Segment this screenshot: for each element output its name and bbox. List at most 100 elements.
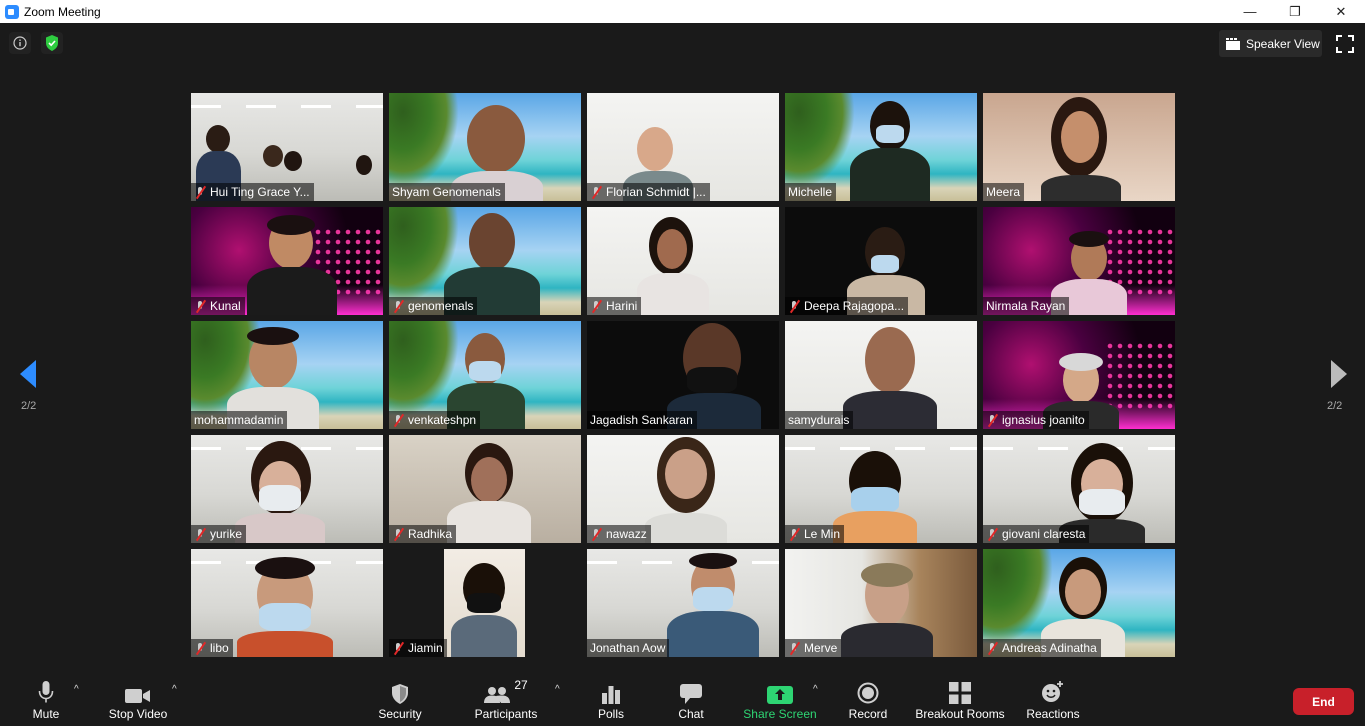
gallery-grid: Hui Ting Grace Y... Shyam Genomenals Flo… [191, 93, 1175, 657]
participants-label: Participants [474, 707, 538, 721]
muted-mic-icon [788, 642, 800, 655]
video-options-caret-icon[interactable]: ^ [172, 684, 177, 695]
end-meeting-button[interactable]: End [1293, 688, 1354, 715]
record-label: Record [848, 707, 888, 721]
reactions-button[interactable]: Reactions [1024, 666, 1082, 726]
video-tile[interactable]: mohammadamin [191, 321, 383, 429]
participants-options-caret-icon[interactable]: ^ [555, 684, 560, 695]
muted-mic-icon [392, 414, 404, 427]
participant-name-tag: Le Min [785, 525, 845, 543]
participant-name-tag: Kunal [191, 297, 245, 315]
video-tile[interactable]: nawazz [587, 435, 779, 543]
video-tile[interactable]: Kunal [191, 207, 383, 315]
participant-name-tag: Michelle [785, 183, 837, 201]
muted-mic-icon [986, 528, 998, 541]
muted-mic-icon [986, 642, 998, 655]
breakout-rooms-label: Breakout Rooms [915, 707, 1005, 721]
video-tile[interactable]: Jonathan Aow [587, 549, 779, 657]
participant-name-tag: Radhika [389, 525, 457, 543]
participant-name-tag: yurike [191, 525, 247, 543]
meeting-area: Speaker View 2/2 2/2 Hui Ting Grace Y...… [0, 23, 1365, 666]
share-screen-button[interactable]: Share Screen [740, 666, 820, 726]
video-tile[interactable]: genomenals [389, 207, 581, 315]
participant-name-tag: Meera [983, 183, 1025, 201]
participant-name-tag: Deepa Rajagopa... [785, 297, 909, 315]
previous-page-icon[interactable] [20, 360, 36, 388]
muted-mic-icon [392, 642, 404, 655]
video-tile[interactable]: giovani claresta [983, 435, 1175, 543]
video-tile[interactable]: Jagadish Sankaran [587, 321, 779, 429]
muted-mic-icon [986, 414, 998, 427]
record-button[interactable]: Record [846, 666, 890, 726]
security-shield-icon [391, 678, 409, 704]
video-tile[interactable]: ignasius joanito [983, 321, 1175, 429]
video-tile[interactable]: venkateshpn [389, 321, 581, 429]
video-tile[interactable]: Jiamin [389, 549, 581, 657]
meeting-info-icon[interactable] [9, 32, 31, 54]
video-tile[interactable]: Radhika [389, 435, 581, 543]
muted-mic-icon [194, 528, 206, 541]
participants-button[interactable]: 27 Participants [470, 666, 542, 726]
video-tile[interactable]: samydurais [785, 321, 977, 429]
title-bar: Zoom Meeting — ❐ ✕ [0, 0, 1365, 23]
share-options-caret-icon[interactable]: ^ [813, 684, 818, 695]
restore-button[interactable]: ❐ [1272, 0, 1318, 23]
muted-mic-icon [788, 300, 800, 313]
speaker-view-button[interactable]: Speaker View [1219, 30, 1322, 57]
video-tile[interactable]: Le Min [785, 435, 977, 543]
participant-name-tag: giovani claresta [983, 525, 1090, 543]
polls-bar-chart-icon [601, 678, 621, 704]
video-tile[interactable]: Shyam Genomenals [389, 93, 581, 201]
participants-count: 27 [514, 678, 528, 692]
page-indicator-left: 2/2 [21, 400, 37, 412]
video-tile[interactable]: Meera [983, 93, 1175, 201]
muted-mic-icon [194, 300, 206, 313]
breakout-rooms-grid-icon [949, 678, 971, 704]
participant-name-tag: Harini [587, 297, 642, 315]
speaker-view-icon [1226, 37, 1240, 50]
window-title: Zoom Meeting [24, 4, 101, 19]
video-tile[interactable]: Michelle [785, 93, 977, 201]
participant-name-tag: mohammadamin [191, 411, 288, 429]
muted-mic-icon [392, 528, 404, 541]
breakout-rooms-button[interactable]: Breakout Rooms [914, 666, 1006, 726]
video-tile[interactable]: Florian Schmidt |... [587, 93, 779, 201]
minimize-button[interactable]: — [1227, 0, 1273, 23]
microphone-icon [38, 678, 54, 704]
muted-mic-icon [590, 300, 602, 313]
next-page-icon[interactable] [1331, 360, 1347, 388]
encryption-shield-icon[interactable] [41, 32, 63, 54]
participant-name-tag: nawazz [587, 525, 651, 543]
video-tile[interactable]: yurike [191, 435, 383, 543]
chat-label: Chat [678, 707, 704, 721]
stop-video-label: Stop Video [108, 707, 168, 721]
speaker-view-label: Speaker View [1246, 36, 1320, 51]
video-tile[interactable]: libo [191, 549, 383, 657]
meeting-toolbar: Mute ^ Stop Video ^ Security 27 Particip… [0, 666, 1365, 726]
mute-button[interactable]: Mute [26, 666, 66, 726]
video-tile[interactable]: Harini [587, 207, 779, 315]
zoom-app-icon [5, 4, 19, 19]
muted-mic-icon [788, 528, 800, 541]
audio-options-caret-icon[interactable]: ^ [74, 684, 79, 695]
polls-button[interactable]: Polls [592, 666, 630, 726]
close-button[interactable]: ✕ [1318, 0, 1364, 23]
video-tile[interactable]: Merve [785, 549, 977, 657]
security-button[interactable]: Security [374, 666, 426, 726]
participant-name-tag: samydurais [785, 411, 854, 429]
participants-icon: 27 [484, 678, 528, 704]
polls-label: Polls [597, 707, 624, 721]
video-tile[interactable]: Hui Ting Grace Y... [191, 93, 383, 201]
fullscreen-icon[interactable] [1336, 35, 1354, 53]
participant-name-tag: Jagadish Sankaran [587, 411, 697, 429]
video-tile[interactable]: Andreas Adinatha [983, 549, 1175, 657]
video-tile[interactable]: Nirmala Rayan [983, 207, 1175, 315]
video-tile[interactable]: Deepa Rajagopa... [785, 207, 977, 315]
participant-name-tag: Hui Ting Grace Y... [191, 183, 314, 201]
muted-mic-icon [392, 300, 404, 313]
record-icon [857, 678, 879, 704]
stop-video-button[interactable]: Stop Video [104, 666, 172, 726]
participant-name-tag: libo [191, 639, 233, 657]
chat-button[interactable]: Chat [672, 666, 710, 726]
muted-mic-icon [194, 642, 206, 655]
